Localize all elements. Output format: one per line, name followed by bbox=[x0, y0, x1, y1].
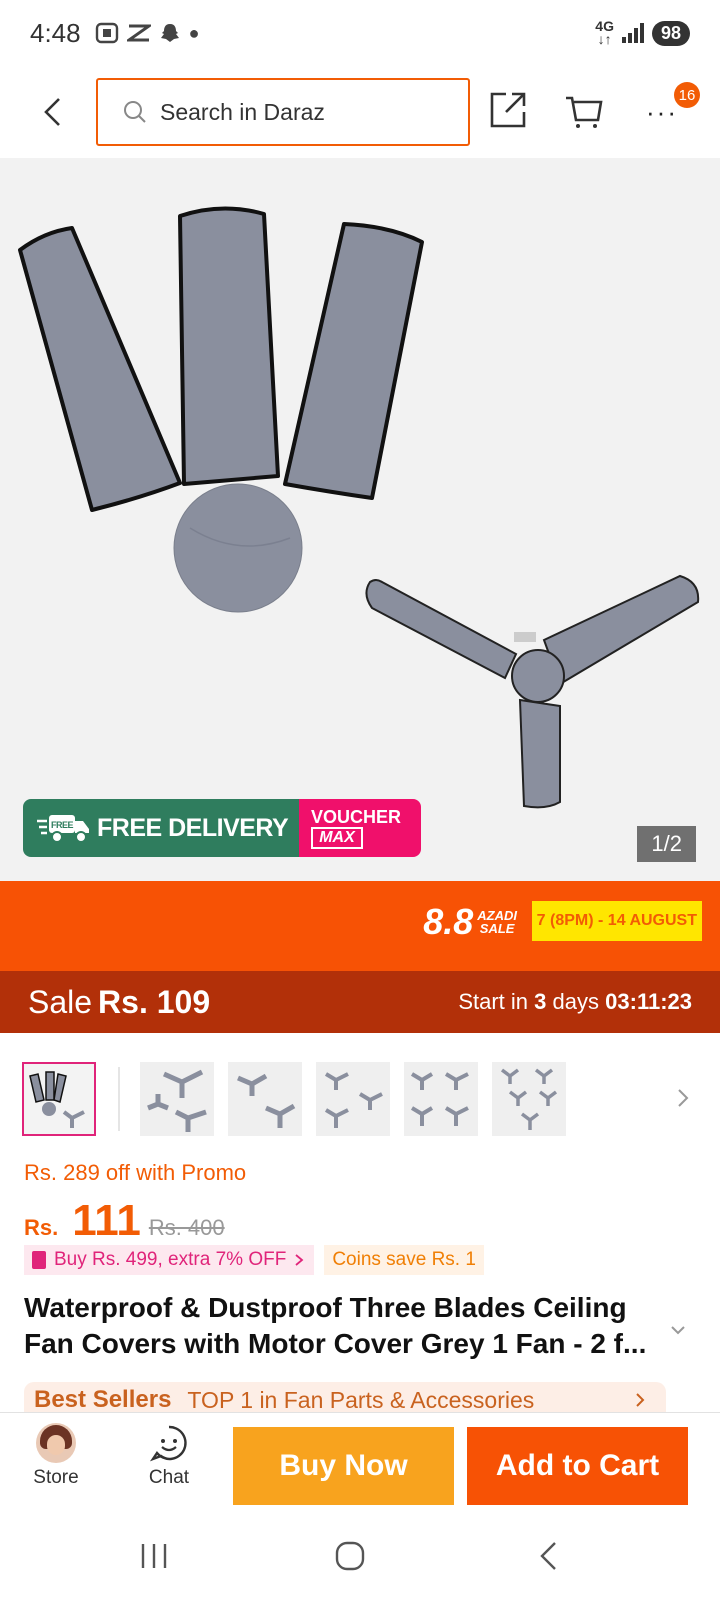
azadi-sale-logo: 8.8 AZADI SALE bbox=[423, 901, 517, 943]
sale-label: Sale bbox=[28, 983, 93, 1020]
thumbnail-image bbox=[147, 1069, 207, 1132]
promo-discount-text[interactable]: Rs. 289 off with Promo bbox=[24, 1160, 246, 1186]
system-navigation-bar bbox=[0, 1512, 720, 1600]
chevron-right-icon bbox=[636, 1393, 645, 1407]
chevron-right-icon bbox=[678, 1089, 689, 1107]
voucher-icon bbox=[32, 1251, 46, 1269]
product-title[interactable]: Waterproof & Dustproof Three Blades Ceil… bbox=[24, 1290, 664, 1362]
thumbnail-2[interactable] bbox=[140, 1062, 214, 1136]
cart-button[interactable] bbox=[558, 84, 610, 136]
thumbnail-4[interactable] bbox=[316, 1062, 390, 1136]
current-price: 111 bbox=[72, 1196, 141, 1245]
thumbnail-image bbox=[29, 1071, 85, 1128]
add-to-cart-button[interactable]: Add to Cart bbox=[467, 1427, 688, 1505]
share-icon bbox=[490, 92, 526, 128]
thumbnail-5[interactable] bbox=[404, 1062, 478, 1136]
signal-icon bbox=[621, 23, 644, 43]
voucher-label: VOUCHER bbox=[311, 806, 402, 827]
system-back-button[interactable] bbox=[518, 1534, 578, 1578]
price-currency: Rs. bbox=[24, 1215, 59, 1240]
original-price: Rs. 400 bbox=[148, 1215, 225, 1240]
thumbnail-1[interactable] bbox=[22, 1062, 96, 1136]
buy-now-button[interactable]: Buy Now bbox=[233, 1427, 454, 1505]
campaign-logo-number: 8.8 bbox=[423, 901, 474, 942]
more-icon: ··· bbox=[646, 96, 678, 127]
thumbnail-divider bbox=[118, 1067, 120, 1131]
product-image bbox=[18, 206, 700, 809]
search-placeholder: Search in Daraz bbox=[160, 98, 325, 125]
product-image-gallery[interactable]: FREE FREE DELIVERY VOUCHER MAX 1/2 bbox=[0, 158, 720, 881]
search-input[interactable]: Search in Daraz bbox=[96, 78, 470, 146]
battery-indicator: 98 bbox=[651, 20, 690, 46]
expand-title-icon[interactable] bbox=[666, 1318, 690, 1342]
store-label: Store bbox=[33, 1467, 79, 1488]
campaign-banner[interactable]: 8.8 AZADI SALE 7 (8PM) - 14 AUGUST bbox=[0, 881, 720, 971]
dot-icon: ● bbox=[188, 22, 200, 43]
network-type: 4G ↓↑ bbox=[595, 18, 614, 47]
notification-icons: ● bbox=[95, 22, 200, 44]
coins-save-tag[interactable]: Coins save Rs. 1 bbox=[324, 1245, 484, 1275]
chat-icon bbox=[149, 1425, 187, 1462]
thumbnail-image bbox=[500, 1068, 558, 1130]
sale-price: Rs. 109 bbox=[98, 983, 211, 1020]
truck-icon: FREE bbox=[37, 815, 89, 843]
sale-countdown-bar: Sale Rs. 109 Start in 3 days 03:11:23 bbox=[0, 971, 720, 1033]
snapchat-icon bbox=[160, 24, 179, 42]
search-icon bbox=[124, 101, 146, 123]
voucher-max-badge: VOUCHER MAX bbox=[299, 799, 421, 857]
more-button[interactable]: ··· 16 bbox=[636, 82, 700, 136]
thumbnail-3[interactable] bbox=[228, 1062, 302, 1136]
bundle-offer-tag[interactable]: Buy Rs. 499, extra 7% OFF bbox=[24, 1245, 315, 1275]
cart-icon bbox=[566, 96, 603, 128]
recent-apps-button[interactable] bbox=[124, 1534, 184, 1578]
share-button[interactable] bbox=[482, 84, 534, 136]
free-delivery-voucher-banner: FREE FREE DELIVERY VOUCHER MAX bbox=[23, 799, 421, 857]
image-counter: 1/2 bbox=[637, 826, 696, 862]
top-navigation: Search in Daraz ··· 16 bbox=[0, 66, 720, 158]
screenshot-icon bbox=[95, 22, 118, 44]
home-button[interactable] bbox=[320, 1534, 380, 1578]
store-button[interactable]: Store bbox=[11, 1423, 101, 1489]
campaign-logo-word-2: SALE bbox=[479, 921, 515, 936]
price-block: Rs. 111 Rs. 400 bbox=[24, 1196, 225, 1246]
free-delivery-badge: FREE FREE DELIVERY bbox=[23, 799, 299, 857]
status-bar: 4:48 ● 4G ↓↑ 98 bbox=[0, 0, 720, 66]
thumbnail-image bbox=[410, 1072, 469, 1126]
campaign-date: 7 (8PM) - 14 AUGUST bbox=[531, 901, 702, 941]
chevron-left-icon bbox=[44, 98, 60, 126]
thumbnail-next-button[interactable] bbox=[668, 1080, 698, 1116]
thumbnail-image bbox=[324, 1072, 383, 1128]
free-small-label: FREE bbox=[51, 820, 74, 830]
chat-button[interactable]: Chat bbox=[124, 1423, 214, 1489]
chat-label: Chat bbox=[148, 1467, 190, 1488]
back-icon bbox=[540, 1542, 556, 1570]
free-delivery-label: FREE DELIVERY bbox=[97, 813, 289, 842]
sale-start-countdown: Start in 3 days 03:11:23 bbox=[458, 989, 692, 1014]
notification-badge: 16 bbox=[674, 82, 700, 108]
max-label: MAX bbox=[311, 826, 363, 849]
chevron-right-icon bbox=[295, 1254, 304, 1266]
home-icon bbox=[335, 1541, 365, 1571]
thumbnail-strip bbox=[22, 1060, 698, 1138]
store-avatar bbox=[36, 1423, 76, 1463]
capcut-icon bbox=[126, 24, 151, 42]
promo-tags: Buy Rs. 499, extra 7% OFF Coins save Rs.… bbox=[24, 1245, 484, 1275]
recent-apps-icon bbox=[141, 1544, 167, 1568]
back-button[interactable] bbox=[28, 88, 76, 136]
status-time: 4:48 bbox=[30, 17, 81, 48]
bottom-action-bar: Store Chat Buy Now Add to Cart bbox=[0, 1412, 720, 1512]
best-sellers-label: Best Sellers bbox=[34, 1386, 172, 1413]
best-sellers-rank: TOP 1 in Fan Parts & Accessories bbox=[187, 1386, 535, 1413]
thumbnail-image bbox=[237, 1073, 296, 1128]
thumbnail-6[interactable] bbox=[492, 1062, 566, 1136]
